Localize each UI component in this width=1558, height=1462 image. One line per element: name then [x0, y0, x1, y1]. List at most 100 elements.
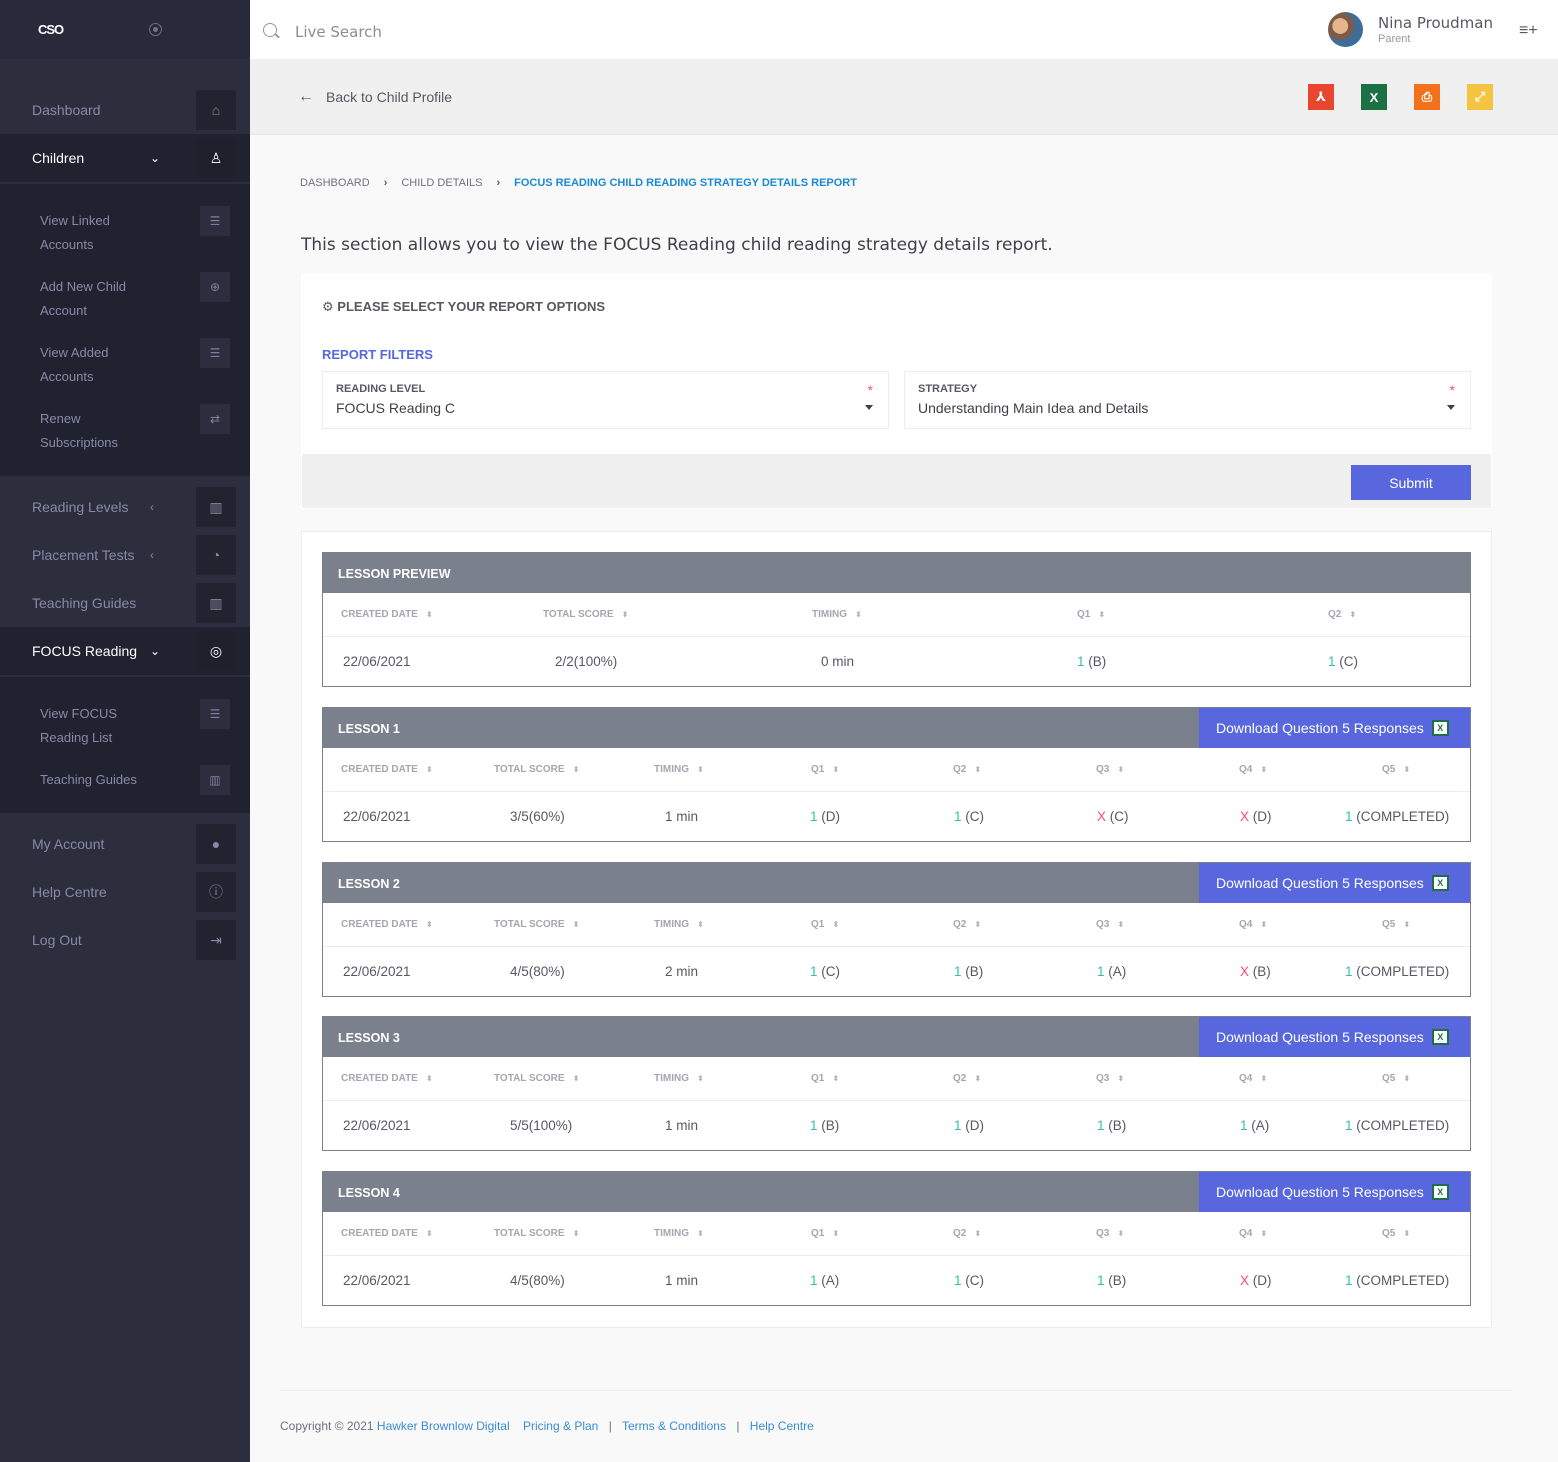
- search-input[interactable]: [295, 20, 695, 44]
- user-name[interactable]: Nina Proudman: [1378, 14, 1493, 32]
- download-q5-responses-button[interactable]: Download Question 5 Responses X: [1199, 863, 1470, 903]
- lesson-table: LESSON PREVIEW CREATED DATE ⬍ TOTAL SCORE ⬍ T…: [322, 552, 1471, 687]
- cell-score: 4/5(80%): [510, 964, 565, 979]
- column-header[interactable]: TIMING ⬍: [654, 919, 704, 930]
- column-header[interactable]: TOTAL SCORE ⬍: [494, 1228, 579, 1239]
- expand-icon[interactable]: ⤢: [1467, 84, 1493, 110]
- cell-answer-q3: 1 (B): [1097, 1273, 1126, 1288]
- column-header[interactable]: TOTAL SCORE ⬍: [494, 919, 579, 930]
- correct-mark: 1: [1345, 964, 1353, 979]
- column-header[interactable]: TOTAL SCORE ⬍: [494, 1073, 579, 1084]
- print-icon[interactable]: ⎙: [1414, 84, 1440, 110]
- column-header[interactable]: Q5 ⬍: [1382, 1073, 1410, 1084]
- column-header[interactable]: TOTAL SCORE ⬍: [494, 764, 579, 775]
- column-header[interactable]: TIMING ⬍: [654, 1073, 704, 1084]
- lesson-header: LESSON 2 Download Question 5 Responses X: [323, 863, 1470, 903]
- column-header[interactable]: Q2 ⬍: [953, 1228, 981, 1239]
- help-centre-link[interactable]: Help Centre: [750, 1419, 814, 1433]
- column-header[interactable]: Q4 ⬍: [1239, 1073, 1267, 1084]
- download-q5-responses-button[interactable]: Download Question 5 Responses X: [1199, 708, 1470, 748]
- terms-link[interactable]: Terms & Conditions: [622, 1419, 726, 1433]
- column-header[interactable]: TIMING ⬍: [654, 764, 704, 775]
- column-header[interactable]: CREATED DATE ⬍: [341, 919, 433, 930]
- column-header[interactable]: Q1 ⬍: [811, 919, 839, 930]
- sidebar-item-children[interactable]: Children ⌄ ♙: [0, 134, 250, 182]
- cell-answer-q4: 1 (A): [1240, 1118, 1269, 1133]
- add-list-icon[interactable]: ≡+: [1519, 22, 1538, 40]
- home-icon: ⌂: [196, 90, 236, 130]
- column-header[interactable]: Q3 ⬍: [1096, 1073, 1124, 1084]
- download-label: Download Question 5 Responses: [1216, 875, 1424, 891]
- column-header[interactable]: Q5 ⬍: [1382, 1228, 1410, 1239]
- cell-answer-q3: 1 (B): [1097, 1118, 1126, 1133]
- sidebar-item-my-account[interactable]: My Account ●: [0, 820, 250, 868]
- cell-timing: 0 min: [821, 654, 855, 669]
- column-header[interactable]: Q1 ⬍: [811, 764, 839, 775]
- sidebar-item-teaching-guides[interactable]: Teaching Guides ▥: [0, 579, 250, 627]
- column-header[interactable]: Q3 ⬍: [1096, 919, 1124, 930]
- cell-answer-q2: 1 (C): [954, 809, 984, 824]
- column-header[interactable]: Q5 ⬍: [1382, 764, 1410, 775]
- sort-icon: ⬍: [1117, 1074, 1125, 1083]
- excel-icon: X: [1431, 1029, 1449, 1045]
- correct-mark: 1: [1077, 654, 1085, 669]
- column-header[interactable]: Q3 ⬍: [1096, 764, 1124, 775]
- sidebar-item-focus-reading[interactable]: FOCUS Reading ⌄ ◎: [0, 627, 250, 675]
- results-card: LESSON PREVIEW CREATED DATE ⬍ TOTAL SCORE ⬍ T…: [301, 531, 1492, 1328]
- column-header[interactable]: CREATED DATE ⬍: [341, 764, 433, 775]
- copyright-text: Copyright © 2021: [280, 1419, 374, 1433]
- sidebar-item-dashboard[interactable]: Dashboard ⌂: [0, 86, 250, 134]
- column-header[interactable]: Q5 ⬍: [1382, 919, 1410, 930]
- chevron-left-icon: ‹: [150, 548, 154, 562]
- gauge-icon: ◔: [196, 535, 236, 575]
- column-header[interactable]: Q1 ⬍: [1077, 609, 1105, 620]
- strategy-select[interactable]: STRATEGY Understanding Main Idea and Det…: [904, 371, 1471, 429]
- sidebar-item-reading-levels[interactable]: Reading Levels ‹ ▥: [0, 483, 250, 531]
- column-header[interactable]: Q3 ⬍: [1096, 1228, 1124, 1239]
- sidebar-item-label: My Account: [32, 836, 105, 852]
- column-header[interactable]: Q1 ⬍: [811, 1228, 839, 1239]
- column-header[interactable]: Q4 ⬍: [1239, 1228, 1267, 1239]
- sidebar-item-placement-tests[interactable]: Placement Tests ‹ ◔: [0, 531, 250, 579]
- reading-level-select[interactable]: READING LEVEL FOCUS Reading C *: [322, 371, 889, 429]
- sort-icon: ⬍: [1349, 610, 1357, 619]
- column-header[interactable]: Q2 ⬍: [953, 764, 981, 775]
- sidebar-toggle-icon[interactable]: [149, 23, 162, 36]
- sidebar-subitem-label: Renew Subscriptions: [40, 411, 119, 450]
- column-header[interactable]: Q2 ⬍: [953, 919, 981, 930]
- sidebar-item-help-centre[interactable]: Help Centre ⓘ: [0, 868, 250, 916]
- breadcrumb-child-details[interactable]: CHILD DETAILS: [401, 177, 482, 189]
- footer: Copyright © 2021 Hawker Brownlow Digital…: [280, 1419, 814, 1433]
- column-header[interactable]: Q1 ⬍: [811, 1073, 839, 1084]
- sidebar-item-log-out[interactable]: Log Out ⇥: [0, 916, 250, 964]
- answer-text: (C): [1339, 654, 1359, 669]
- back-to-child-profile-link[interactable]: ← Back to Child Profile: [298, 88, 452, 106]
- avatar[interactable]: [1328, 12, 1363, 47]
- pricing-link[interactable]: Pricing & Plan: [523, 1419, 598, 1433]
- column-header[interactable]: TIMING ⬍: [654, 1228, 704, 1239]
- sort-icon: ⬍: [572, 1229, 580, 1238]
- list-icon: ☰: [200, 338, 230, 368]
- excel-export-icon[interactable]: X: [1361, 84, 1387, 110]
- brand-logo[interactable]: CSO: [38, 22, 64, 37]
- sort-icon: ⬍: [974, 1229, 982, 1238]
- column-header[interactable]: TIMING ⬍: [812, 609, 862, 620]
- column-header[interactable]: TOTAL SCORE ⬍: [543, 609, 628, 620]
- column-header[interactable]: Q2 ⬍: [1328, 609, 1356, 620]
- company-link[interactable]: Hawker Brownlow Digital: [377, 1419, 510, 1433]
- download-label: Download Question 5 Responses: [1216, 1029, 1424, 1045]
- cell-answer-q1: 1 (D): [810, 809, 840, 824]
- pdf-export-icon[interactable]: ⅄: [1308, 84, 1334, 110]
- column-header[interactable]: CREATED DATE ⬍: [341, 1073, 433, 1084]
- breadcrumb-dashboard[interactable]: DASHBOARD: [300, 177, 370, 189]
- column-header[interactable]: Q4 ⬍: [1239, 764, 1267, 775]
- correct-mark: 1: [954, 809, 962, 824]
- column-header[interactable]: Q4 ⬍: [1239, 919, 1267, 930]
- download-q5-responses-button[interactable]: Download Question 5 Responses X: [1199, 1172, 1470, 1212]
- download-q5-responses-button[interactable]: Download Question 5 Responses X: [1199, 1017, 1470, 1057]
- library-icon: ▥: [200, 765, 230, 795]
- column-header[interactable]: Q2 ⬍: [953, 1073, 981, 1084]
- column-header[interactable]: CREATED DATE ⬍: [341, 1228, 433, 1239]
- submit-button[interactable]: Submit: [1351, 465, 1471, 500]
- column-header[interactable]: CREATED DATE ⬍: [341, 609, 433, 620]
